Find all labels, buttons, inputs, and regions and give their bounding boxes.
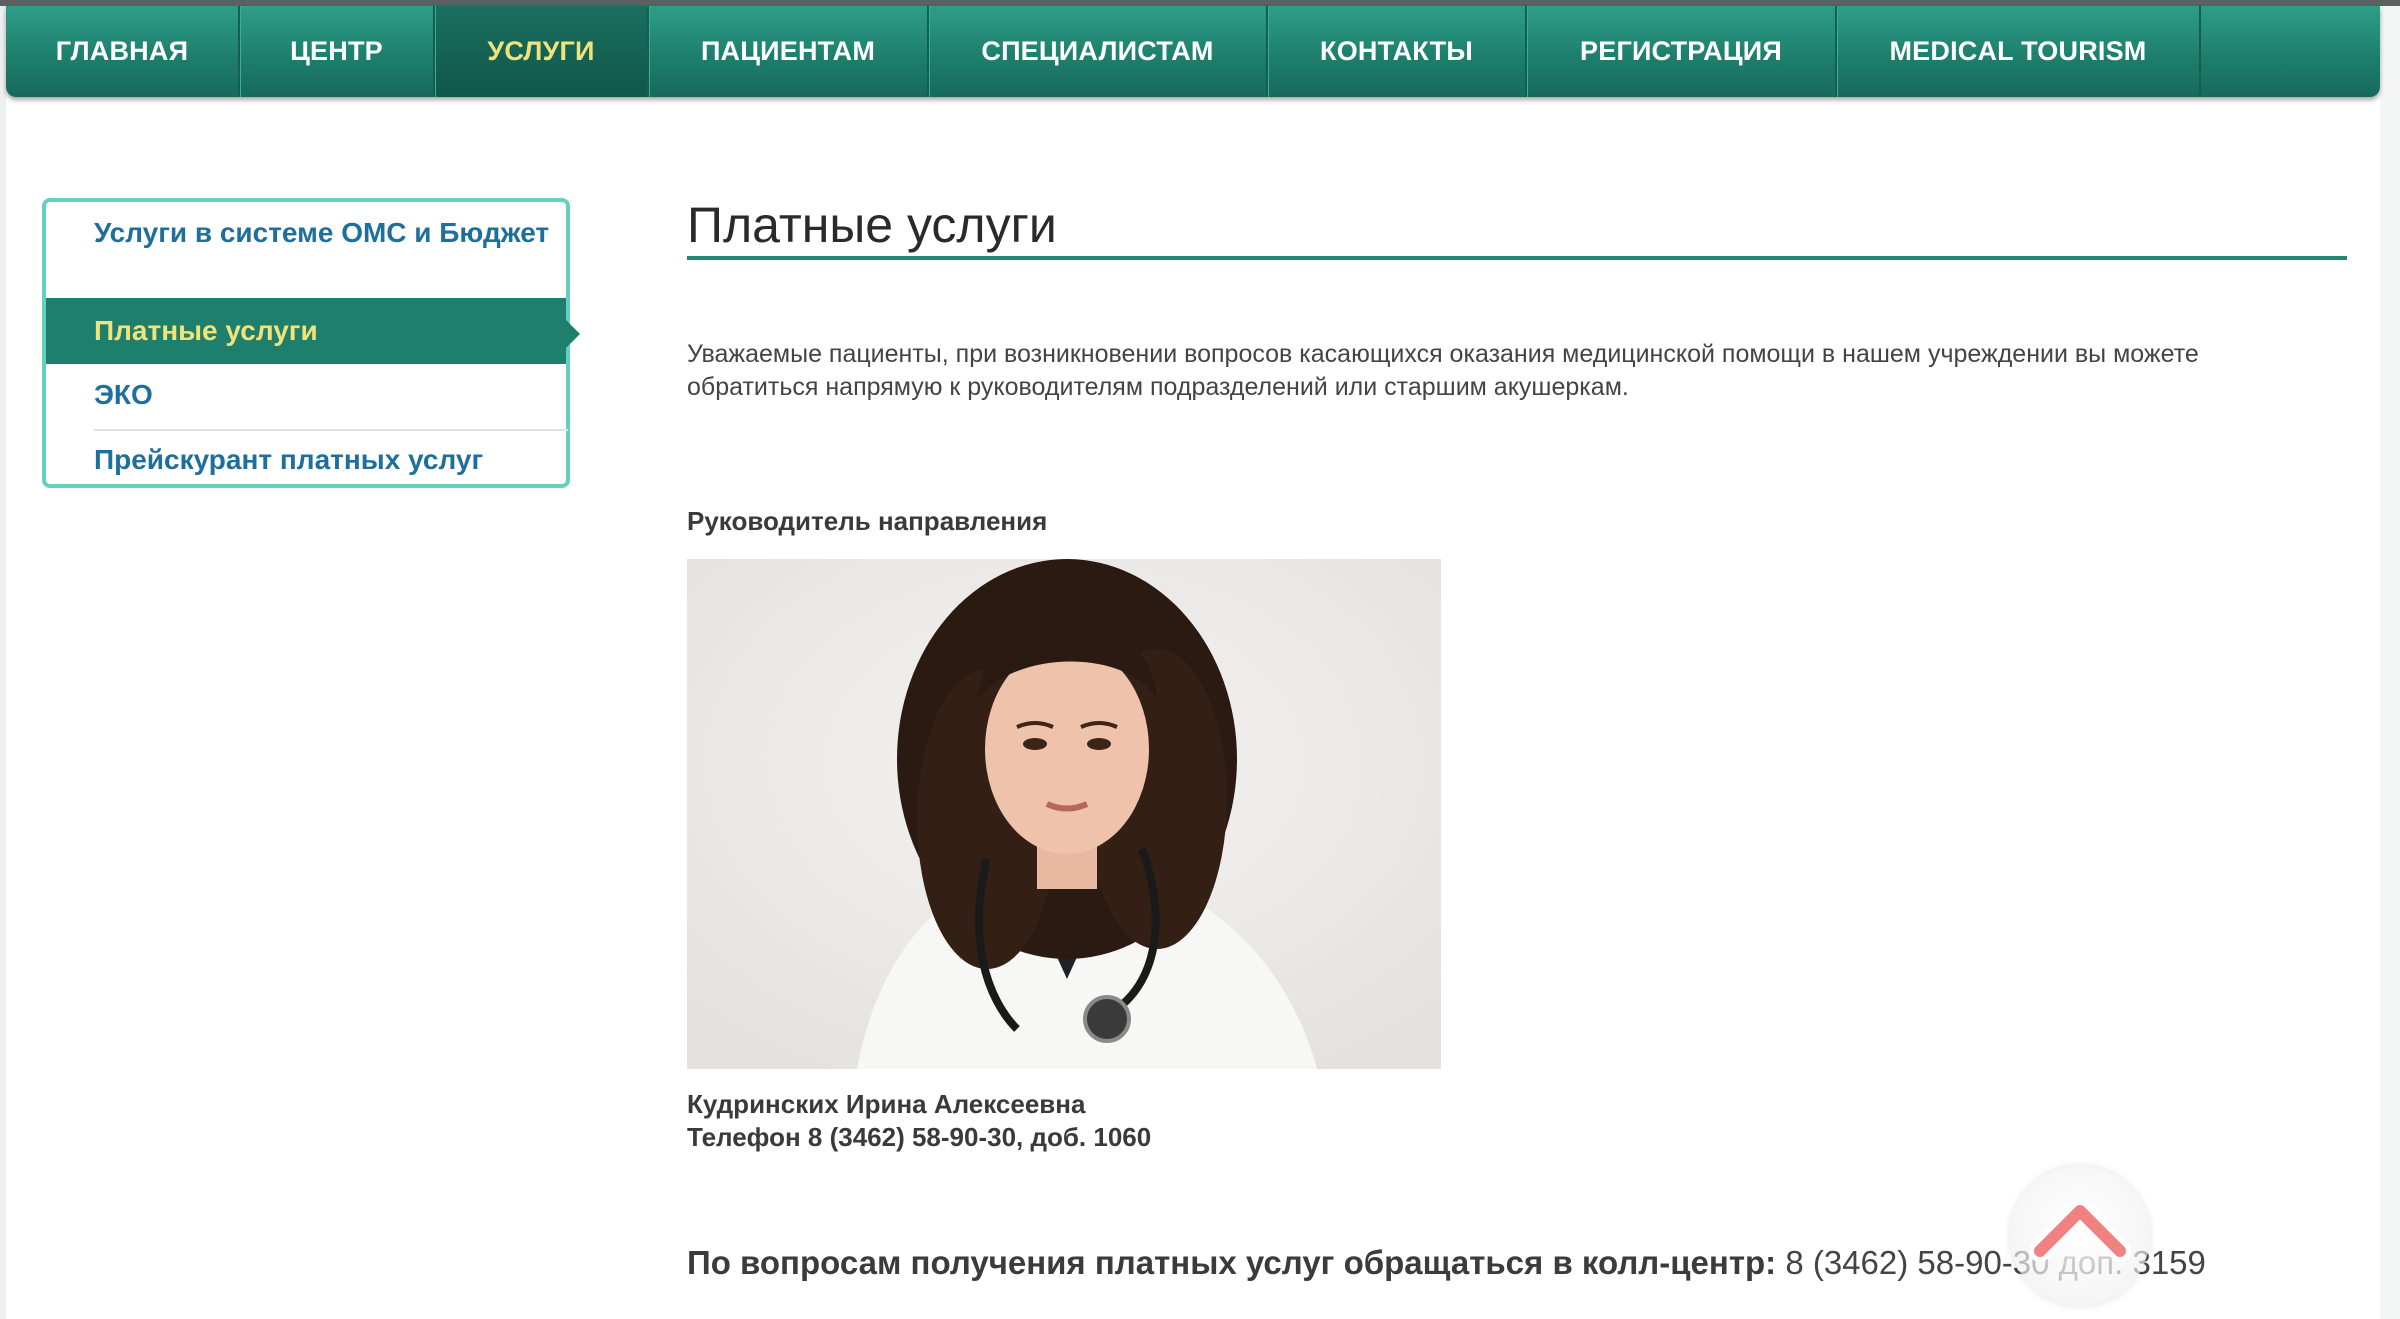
doctor-photo	[687, 559, 1441, 1069]
sidebar-item-paid-services[interactable]: Платные услуги	[46, 298, 566, 364]
doctor-name: Кудринских Ирина Алексеевна	[687, 1089, 1086, 1119]
chevron-up-icon	[2029, 1200, 2131, 1262]
doctor-phone: Телефон 8 (3462) 58-90-30, доб. 1060	[687, 1122, 1152, 1152]
page-right-edge	[2380, 6, 2400, 1319]
main-navigation: ГЛАВНАЯ ЦЕНТР УСЛУГИ ПАЦИЕНТАМ СПЕЦИАЛИС…	[6, 6, 2380, 97]
nav-item-registration[interactable]: РЕГИСТРАЦИЯ	[1527, 6, 1837, 97]
page-left-edge	[0, 6, 6, 1319]
nav-item-services[interactable]: УСЛУГИ	[435, 6, 649, 97]
callcenter-label: По вопросам получения платных услуг обра…	[687, 1244, 1777, 1281]
nav-item-medical-tourism[interactable]: MEDICAL TOURISM	[1837, 6, 2201, 97]
sidebar-item-price-list[interactable]: Прейскурант платных услуг	[46, 443, 566, 483]
nav-item-home[interactable]: ГЛАВНАЯ	[6, 6, 240, 97]
section-heading: Руководитель направления	[687, 506, 1048, 536]
page-title: Платные услуги	[687, 197, 1057, 253]
scroll-to-top-button[interactable]	[2010, 1166, 2150, 1306]
sidebar-divider	[94, 429, 568, 431]
callcenter-line: По вопросам получения платных услуг обра…	[687, 1244, 2206, 1282]
title-underline	[687, 256, 2347, 260]
nav-item-patients[interactable]: ПАЦИЕНТАМ	[649, 6, 929, 97]
sidebar-menu: Услуги в системе ОМС и Бюджет Платные ус…	[42, 198, 580, 488]
nav-item-center[interactable]: ЦЕНТР	[240, 6, 435, 97]
nav-item-contacts[interactable]: КОНТАКТЫ	[1268, 6, 1527, 97]
intro-text: Уважаемые пациенты, при возникновении во…	[687, 340, 2199, 401]
nav-item-specialists[interactable]: СПЕЦИАЛИСТАМ	[929, 6, 1268, 97]
active-pointer	[566, 320, 580, 348]
sidebar-item-eko[interactable]: ЭКО	[46, 378, 566, 418]
sidebar-item-oms[interactable]: Услуги в системе ОМС и Бюджет	[46, 216, 566, 296]
